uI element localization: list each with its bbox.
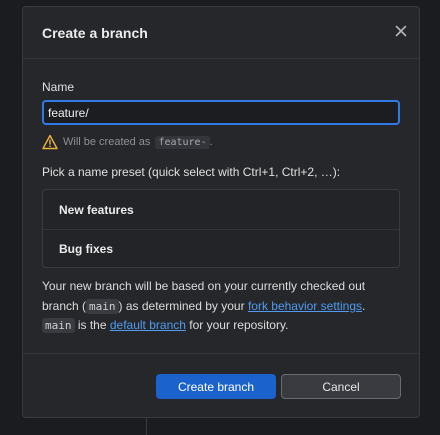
create-branch-dialog: Create a branch Name Will be created as …	[22, 6, 420, 418]
info-text: ) as determined by your	[118, 298, 248, 313]
default-branch-code: main	[42, 318, 75, 333]
info-text: for your repository.	[185, 318, 289, 332]
footer-divider	[23, 353, 419, 354]
name-label: Name	[42, 80, 75, 94]
branch-name-input[interactable]	[42, 100, 400, 125]
cancel-button[interactable]: Cancel	[281, 374, 401, 399]
hint-prefix: Will be created as	[63, 136, 151, 148]
info-text: .	[362, 298, 366, 313]
base-branch-info: Your new branch will be based on your cu…	[42, 277, 400, 336]
fork-behavior-settings-link[interactable]: fork behavior settings	[248, 299, 362, 313]
dialog-header: Create a branch	[23, 7, 419, 59]
branch-name-hint: Will be created as feature- .	[42, 134, 213, 150]
hint-suffix: .	[209, 136, 213, 148]
hint-branch-code: feature-	[155, 135, 210, 149]
preset-item-bug-fixes[interactable]: Bug fixes	[43, 229, 399, 268]
warning-icon	[42, 134, 58, 150]
create-branch-button[interactable]: Create branch	[156, 374, 276, 399]
preset-item-new-features[interactable]: New features	[43, 190, 399, 229]
default-branch-link[interactable]: default branch	[110, 318, 186, 332]
background-divider	[146, 418, 147, 435]
close-icon[interactable]	[393, 23, 409, 39]
preset-label: Pick a name preset (quick select with Ct…	[42, 165, 341, 179]
preset-list: New features Bug fixes	[42, 189, 400, 268]
dialog-title: Create a branch	[42, 25, 148, 41]
info-text: is the	[74, 318, 110, 332]
base-branch-code: main	[86, 298, 119, 314]
